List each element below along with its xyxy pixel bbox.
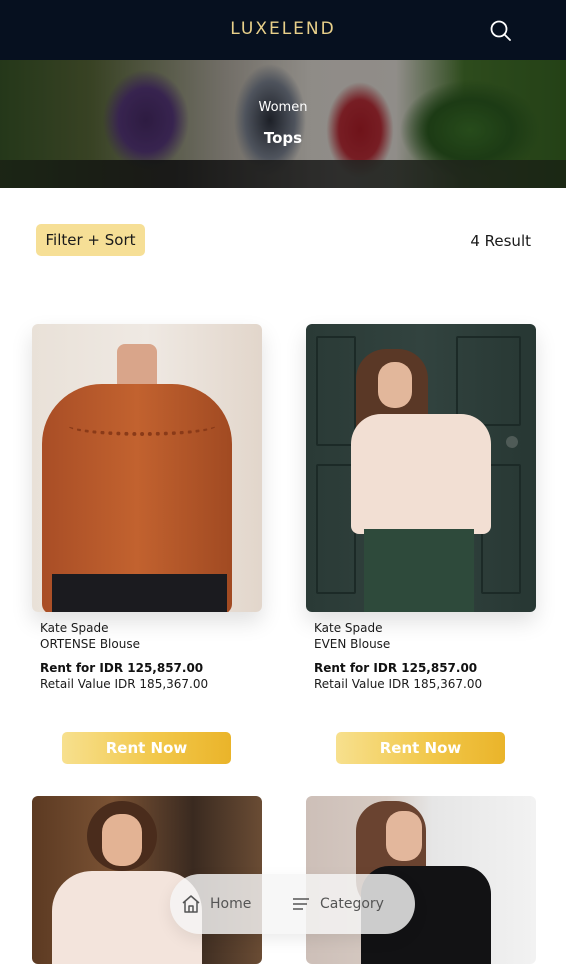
hero-title: Tops [263,129,303,147]
nav-home-label: Home [210,896,252,912]
rent-now-button[interactable]: Rent Now [62,732,231,764]
product-name: EVEN Blouse [314,637,391,651]
pants-shape [52,574,227,612]
product-card[interactable]: Kate Spade EVEN Blouse Rent for IDR 125,… [306,324,536,764]
door-panel [456,336,521,426]
nav-category-label: Category [320,896,384,912]
category-hero-banner: Women Tops [0,60,566,188]
rent-price: Rent for IDR 125,857.00 [314,661,478,675]
home-icon [182,895,200,913]
nav-category[interactable]: Category [290,874,384,934]
blouse-shape [351,414,491,534]
product-brand: Kate Spade [40,621,109,635]
product-image[interactable] [32,324,262,612]
product-brand: Kate Spade [314,621,383,635]
hero-overlay [0,60,566,188]
rent-price: Rent for IDR 125,857.00 [40,661,204,675]
result-count: 4 Result [470,232,531,250]
model-face [378,362,412,408]
menu-lines-icon [293,898,309,910]
blouse-ruffle [67,414,217,436]
pants-shape [364,529,474,612]
hero-subtitle: Women [258,100,308,115]
model-face [386,811,422,861]
brand-logo[interactable]: LUXELEND [0,19,566,39]
model-face [102,814,142,866]
filter-sort-button[interactable]: Filter + Sort [36,224,145,256]
search-icon [490,20,511,41]
search-button[interactable] [486,16,516,46]
nav-home[interactable]: Home [180,874,251,934]
rent-now-button[interactable]: Rent Now [336,732,505,764]
product-image[interactable] [306,324,536,612]
bottom-navigation: Home Category [170,874,415,934]
retail-value: Retail Value IDR 185,367.00 [40,677,209,691]
product-card[interactable]: Kate Spade ORTENSE Blouse Rent for IDR 1… [32,324,262,764]
retail-value: Retail Value IDR 185,367.00 [314,677,483,691]
door-panel [316,336,356,446]
door-panel [316,464,356,594]
top-app-bar: LUXELEND [0,0,566,60]
product-name: ORTENSE Blouse [40,637,140,651]
door-knob [506,436,518,448]
